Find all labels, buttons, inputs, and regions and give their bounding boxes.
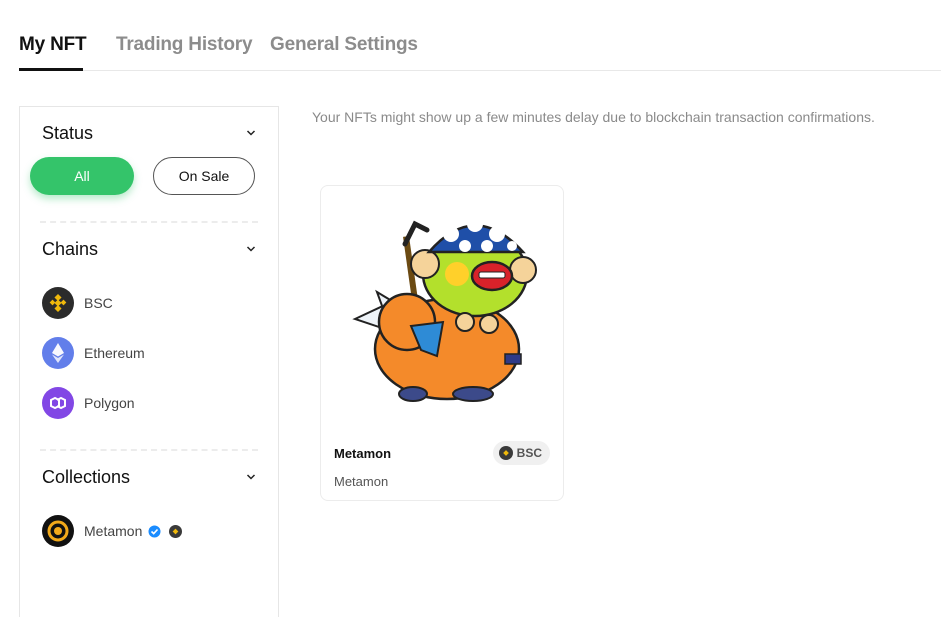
tab-bar: My NFT Trading History General Settings (19, 0, 941, 71)
nft-name: Metamon (334, 446, 392, 461)
tab-my-nft[interactable]: My NFT (19, 34, 87, 56)
tab-general-settings[interactable]: General Settings (270, 34, 418, 56)
chain-item-polygon[interactable]: Polygon (42, 387, 135, 419)
chains-section-title: Chains (42, 239, 99, 259)
section-divider (40, 449, 258, 451)
metamon-character-illustration (352, 216, 537, 402)
chain-label: Polygon (84, 395, 135, 411)
bsc-icon (42, 287, 74, 319)
ethereum-icon (42, 337, 74, 369)
metamon-logo-icon (42, 515, 74, 547)
tab-trading-history[interactable]: Trading History (116, 34, 253, 56)
polygon-icon (42, 387, 74, 419)
delay-notice: Your NFTs might show up a few minutes de… (312, 109, 875, 125)
nft-collection-name: Metamon (334, 474, 389, 489)
collections-section-title: Collections (42, 467, 131, 487)
chain-badge: BSC (492, 441, 550, 465)
filter-sidebar: Status All On Sale Chains BSC Ethereum P… (19, 106, 279, 617)
chevron-down-icon[interactable] (246, 128, 256, 138)
chain-label: BSC (84, 295, 113, 311)
chain-badge-label: BSC (516, 446, 542, 460)
status-on-sale-button[interactable]: On Sale (153, 157, 255, 195)
nft-card[interactable]: Metamon BSC Metamon (320, 185, 564, 501)
active-tab-indicator (19, 68, 83, 71)
collection-item-metamon[interactable]: Metamon (42, 515, 183, 547)
chevron-down-icon[interactable] (246, 244, 256, 254)
section-divider (40, 221, 258, 223)
bsc-icon (498, 446, 513, 460)
chain-item-bsc[interactable]: BSC (42, 287, 113, 319)
verified-badge-icon (148, 525, 161, 538)
chevron-down-icon[interactable] (246, 472, 256, 482)
bsc-icon (169, 524, 183, 538)
status-section-title: Status (42, 123, 94, 143)
chain-item-ethereum[interactable]: Ethereum (42, 337, 145, 369)
collection-label: Metamon (84, 523, 143, 539)
status-all-button[interactable]: All (30, 157, 134, 195)
chain-label: Ethereum (84, 345, 145, 361)
